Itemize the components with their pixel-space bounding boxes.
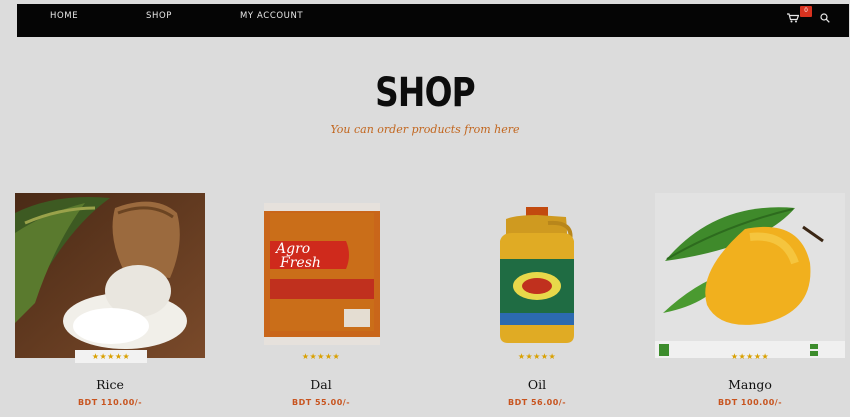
top-navbar: HOME SHOP MY ACCOUNT 0 — [17, 4, 849, 37]
nav-home-link[interactable]: HOME — [50, 11, 78, 21]
product-name[interactable]: Dal — [226, 377, 416, 392]
pack-brand-text-2: Fresh — [279, 255, 321, 271]
product-price: BDT 56.00/- — [507, 398, 567, 407]
mango-image[interactable] — [655, 193, 845, 358]
product-price: BDT 55.00/- — [291, 398, 351, 407]
page-title: SHOP — [375, 70, 476, 116]
nav-my-account-link[interactable]: MY ACCOUNT — [240, 11, 303, 21]
product-name[interactable]: Rice — [15, 377, 205, 392]
page-subtitle: You can order products from here — [330, 123, 520, 136]
product-card-oil[interactable]: ★★★★★ Oil BDT 56.00/- — [442, 193, 632, 417]
nav-shop-link[interactable]: SHOP — [146, 11, 172, 21]
shopping-cart-icon[interactable] — [787, 13, 799, 23]
rating-stars: ★★★★★ — [301, 352, 341, 361]
product-name[interactable]: Mango — [655, 377, 845, 392]
product-card-dal[interactable]: Agro Fresh ★★★★★ Dal BDT 55.00/- — [226, 193, 416, 417]
rating-stars: ★★★★★ — [517, 352, 557, 361]
search-icon[interactable] — [820, 13, 830, 23]
rating-stars: ★★★★★ — [75, 350, 147, 363]
oil-bottle-image[interactable] — [442, 193, 632, 358]
product-card-mango[interactable]: ★★★★★ Mango BDT 100.00/- — [655, 193, 845, 417]
product-card-rice[interactable]: ★★★★★ Rice BDT 110.00/- — [15, 193, 205, 417]
rice-sack-image[interactable] — [15, 193, 205, 358]
product-price: BDT 100.00/- — [717, 398, 783, 407]
product-price: BDT 110.00/- — [77, 398, 143, 407]
cart-count-badge: 0 — [800, 6, 812, 17]
product-name[interactable]: Oil — [442, 377, 632, 392]
rating-stars: ★★★★★ — [730, 352, 770, 361]
agro-fresh-dal-pack-image[interactable]: Agro Fresh — [226, 193, 416, 358]
